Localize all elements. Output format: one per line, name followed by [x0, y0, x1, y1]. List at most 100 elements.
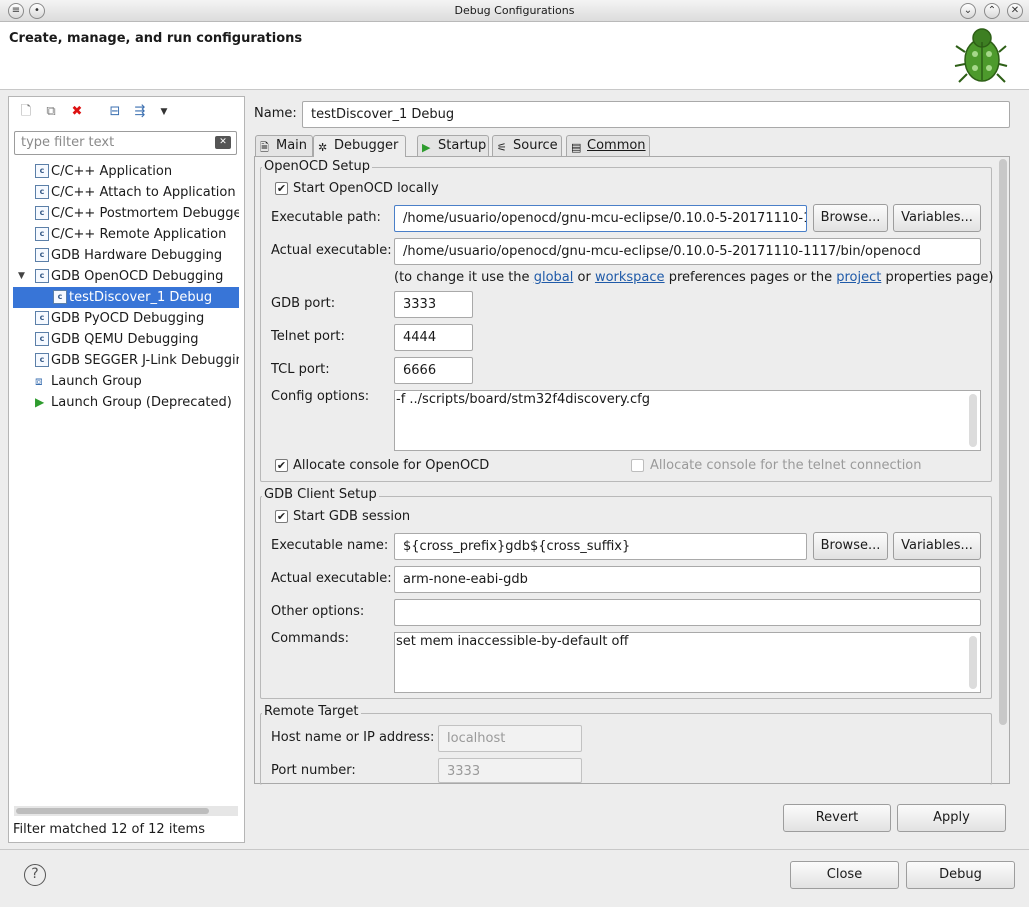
project-link[interactable]: project: [836, 270, 881, 285]
bug-icon: ✲: [318, 141, 328, 154]
global-link[interactable]: global: [534, 270, 574, 285]
window-title: Debug Configurations: [454, 4, 575, 17]
minimize-icon[interactable]: ⌄: [960, 3, 976, 19]
alloc-console-checkbox[interactable]: ✔: [275, 459, 288, 472]
actual-exec-label: Actual executable:: [271, 243, 392, 258]
debug-button[interactable]: Debug: [906, 861, 1015, 889]
openocd-group-title: OpenOCD Setup: [262, 159, 373, 174]
tree-item-cpp-attach[interactable]: c C/C++ Attach to Application: [13, 182, 239, 203]
tcl-port-input[interactable]: 6666: [394, 357, 473, 384]
alloc-telnet-checkbox[interactable]: [631, 459, 644, 472]
c-config-icon: c: [35, 206, 49, 220]
main-tab-icon: 🗎: [260, 141, 269, 154]
tcl-port-label: TCL port:: [271, 362, 330, 377]
other-options-label: Other options:: [271, 604, 365, 619]
tree-item-gdb-pyocd[interactable]: c GDB PyOCD Debugging: [13, 308, 239, 329]
name-input[interactable]: testDiscover_1 Debug: [302, 101, 1010, 128]
gdb-port-input[interactable]: 3333: [394, 291, 473, 318]
variables-button[interactable]: Variables...: [893, 204, 981, 232]
config-scrollbar[interactable]: [969, 394, 977, 447]
horizontal-scrollbar[interactable]: [14, 806, 238, 816]
panel-scrollbar[interactable]: [999, 159, 1007, 725]
gdb-browse-button[interactable]: Browse...: [813, 532, 888, 560]
tree-item-testdiscover-debug[interactable]: c testDiscover_1 Debug: [13, 287, 239, 308]
tree-item-gdb-segger[interactable]: c GDB SEGGER J-Link Debugging: [13, 350, 239, 371]
expand-arrow-icon[interactable]: ▼: [18, 266, 25, 287]
workspace-link[interactable]: workspace: [595, 270, 665, 285]
host-label: Host name or IP address:: [271, 730, 435, 745]
gdb-port-label: GDB port:: [271, 296, 336, 311]
c-config-icon: c: [35, 164, 49, 178]
apply-button[interactable]: Apply: [897, 804, 1006, 832]
gdb-variables-button[interactable]: Variables...: [893, 532, 981, 560]
start-gdb-checkbox[interactable]: ✔: [275, 510, 288, 523]
commands-scrollbar[interactable]: [969, 636, 977, 689]
tab-startup[interactable]: ▶ Startup: [417, 135, 489, 156]
tree-item-cpp-postmortem[interactable]: c C/C++ Postmortem Debugger: [13, 203, 239, 224]
close-window-icon[interactable]: ✕: [1007, 3, 1023, 19]
header-title: Create, manage, and run configurations: [9, 31, 303, 46]
duplicate-config-icon[interactable]: ⧉: [43, 104, 59, 120]
gdb-actual-exec-label: Actual executable:: [271, 571, 392, 586]
c-config-icon: c: [35, 311, 49, 325]
filter-placeholder: type filter text: [21, 135, 115, 150]
tab-main[interactable]: 🗎 Main: [255, 135, 313, 156]
exec-name-input[interactable]: ${cross_prefix}gdb${cross_suffix}: [394, 533, 807, 560]
tree-item-gdb-qemu[interactable]: c GDB QEMU Debugging: [13, 329, 239, 350]
new-config-icon[interactable]: 🗋: [18, 104, 34, 120]
revert-button[interactable]: Revert: [783, 804, 891, 832]
hint-text: (to change it use the global or workspac…: [394, 270, 994, 285]
maximize-icon[interactable]: ⌃: [984, 3, 1000, 19]
start-openocd-label: Start OpenOCD locally: [293, 181, 439, 196]
tree-item-launch-group-deprecated[interactable]: ▶ Launch Group (Deprecated): [13, 392, 239, 413]
clear-filter-icon[interactable]: ✕: [215, 136, 231, 149]
remote-group-title: Remote Target: [262, 704, 361, 719]
other-options-input[interactable]: [394, 599, 981, 626]
alloc-console-label: Allocate console for OpenOCD: [293, 458, 490, 473]
remote-target-group: [260, 713, 992, 785]
source-icon: ⚟: [497, 141, 507, 154]
filter-icon[interactable]: ⇶: [132, 104, 148, 120]
commands-label: Commands:: [271, 631, 349, 646]
port-number-label: Port number:: [271, 763, 356, 778]
name-label: Name:: [254, 106, 297, 121]
help-icon[interactable]: ?: [24, 864, 46, 886]
actual-exec-field[interactable]: /home/usuario/openocd/gnu-mcu-eclipse/0.…: [394, 238, 981, 265]
c-config-icon: c: [35, 353, 49, 367]
tree-item-gdb-hardware[interactable]: c GDB Hardware Debugging: [13, 245, 239, 266]
delete-config-icon[interactable]: ✖: [69, 104, 85, 120]
footer-divider: [0, 849, 1029, 850]
tree-item-cpp-remote[interactable]: c C/C++ Remote Application: [13, 224, 239, 245]
tab-common[interactable]: ▤ Common: [566, 135, 650, 156]
collapse-all-icon[interactable]: ⊟: [107, 104, 123, 120]
launch-group-icon: ⧈: [35, 374, 43, 388]
host-input[interactable]: localhost: [438, 725, 582, 752]
tree-item-cpp-application[interactable]: c C/C++ Application: [13, 161, 239, 182]
config-options-label: Config options:: [271, 389, 370, 404]
c-config-icon: c: [53, 290, 67, 304]
config-options-textarea[interactable]: -f ../scripts/board/stm32f4discovery.cfg: [394, 390, 981, 451]
tree-item-launch-group[interactable]: ⧈ Launch Group: [13, 371, 239, 392]
telnet-port-input[interactable]: 4444: [394, 324, 473, 351]
tree-item-gdb-openocd[interactable]: ▼ c GDB OpenOCD Debugging: [13, 266, 239, 287]
c-config-icon: c: [35, 332, 49, 346]
start-gdb-label: Start GDB session: [293, 509, 411, 524]
alloc-telnet-label: Allocate console for the telnet connecti…: [650, 458, 922, 473]
port-number-input[interactable]: 3333: [438, 758, 582, 783]
gdb-actual-exec-field[interactable]: arm-none-eabi-gdb: [394, 566, 981, 593]
gdb-client-group-title: GDB Client Setup: [262, 487, 379, 502]
tab-source[interactable]: ⚟ Source: [492, 135, 562, 156]
close-button[interactable]: Close: [790, 861, 899, 889]
view-menu-icon[interactable]: ▼: [156, 104, 172, 120]
tab-debugger[interactable]: ✲ Debugger: [313, 135, 406, 157]
browse-button[interactable]: Browse...: [813, 204, 888, 232]
exec-path-input[interactable]: /home/usuario/openocd/gnu-mcu-eclipse/0.…: [394, 205, 807, 232]
c-config-icon: c: [35, 269, 49, 283]
scrollbar-thumb[interactable]: [16, 808, 209, 814]
window-titlebar: ≡ • Debug Configurations ⌄ ⌃ ✕: [0, 0, 1029, 22]
start-openocd-checkbox[interactable]: ✔: [275, 182, 288, 195]
telnet-port-label: Telnet port:: [271, 329, 345, 344]
c-config-icon: c: [35, 227, 49, 241]
commands-textarea[interactable]: set mem inaccessible-by-default off: [394, 632, 981, 693]
filter-input[interactable]: type filter text: [14, 131, 237, 155]
